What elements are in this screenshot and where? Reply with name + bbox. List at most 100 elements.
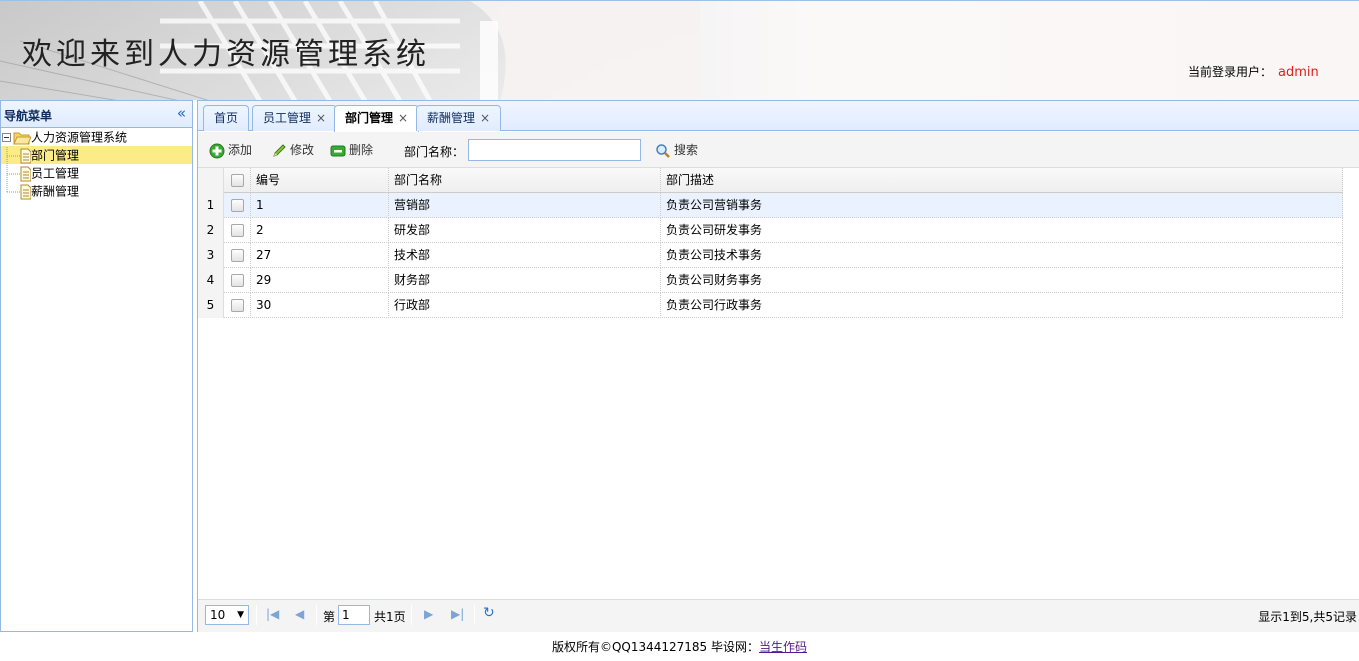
add-button[interactable]: 添加: [209, 141, 252, 159]
cell-name: 财务部: [389, 268, 661, 293]
cell-name: 技术部: [389, 243, 661, 268]
tab-label: 首页: [214, 111, 239, 125]
pager-info: 显示1到5,共5记录: [1258, 610, 1357, 624]
add-button-label: 添加: [228, 143, 253, 157]
cell-desc: 负责公司行政事务: [661, 293, 1343, 318]
page-number-input[interactable]: 1: [338, 605, 370, 625]
column-header-desc[interactable]: 部门描述: [661, 168, 1343, 193]
cell-name: 研发部: [389, 218, 661, 243]
column-header-id[interactable]: 编号: [251, 168, 389, 193]
first-page-icon[interactable]: |◀: [266, 607, 279, 621]
cell-id: 1: [251, 193, 389, 218]
sidebar-item-department[interactable]: 部门管理: [1, 146, 192, 165]
edit-button[interactable]: 修改: [271, 141, 314, 159]
nav-panel-title: 导航菜单: [4, 109, 53, 123]
column-header-name[interactable]: 部门名称: [389, 168, 661, 193]
tab-department[interactable]: 部门管理 ×: [334, 105, 420, 132]
delete-button-label: 删除: [349, 143, 374, 157]
pager-separator: [316, 605, 317, 625]
table-row[interactable]: 3 27 技术部 负责公司技术事务: [198, 243, 1343, 268]
checkbox-icon: [230, 174, 244, 187]
collapse-icon[interactable]: «: [177, 104, 186, 122]
tab-label: 部门管理: [345, 111, 394, 125]
checkbox-icon: [230, 199, 244, 212]
footer-link[interactable]: 当生作码: [759, 640, 807, 654]
cell-id: 29: [251, 268, 389, 293]
sidebar-item-salary[interactable]: 薪酬管理: [1, 182, 192, 200]
pencil-icon: [273, 143, 286, 157]
row-checkbox[interactable]: [224, 268, 251, 293]
content-panel: 首页 员工管理 × 部门管理 × 薪酬管理 × 添加 修改 删除 部门名称： 搜…: [197, 100, 1359, 632]
cell-desc: 负责公司研发事务: [661, 218, 1343, 243]
cell-id: 27: [251, 243, 389, 268]
minus-icon: [330, 145, 346, 156]
page-total: 共1页: [374, 610, 406, 624]
search-button-label: 搜索: [674, 143, 699, 157]
tab-salary[interactable]: 薪酬管理 ×: [416, 105, 502, 131]
header-banner: 欢迎来到人力资源管理系统 当前登录用户： admin: [0, 0, 1359, 100]
footer: 版权所有©QQ1344127185 毕设网：当生作码: [0, 638, 1359, 655]
close-icon[interactable]: ×: [316, 111, 326, 125]
dropdown-arrow-icon: ▼: [237, 610, 244, 620]
close-icon[interactable]: ×: [398, 111, 408, 125]
table-row[interactable]: 1 1 营销部 负责公司营销事务: [198, 193, 1343, 218]
row-checkbox[interactable]: [224, 293, 251, 318]
tab-home[interactable]: 首页: [203, 105, 250, 131]
current-user-label: 当前登录用户：: [1188, 65, 1273, 79]
search-icon: [656, 143, 670, 158]
page-size-select[interactable]: 10 ▼: [205, 605, 249, 625]
cell-id: 30: [251, 293, 389, 318]
tree-root[interactable]: 人力资源管理系统: [1, 128, 192, 146]
table-row[interactable]: 4 29 财务部 负责公司财务事务: [198, 268, 1343, 293]
prev-page-icon[interactable]: ◀: [295, 607, 304, 621]
tab-label: 员工管理: [263, 111, 312, 125]
pagination: 10 ▼ |◀ ◀ 第 1 共1页 ▶ ▶| ↻ 显示1到5,共5记录: [198, 599, 1359, 632]
nav-panel: 导航菜单 « 人力资源管理系统 部门管理 员工管理 薪酬管理: [0, 100, 193, 632]
select-all-checkbox[interactable]: [224, 168, 251, 193]
current-user-info: 当前登录用户： admin: [1188, 63, 1319, 80]
toolbar: 添加 修改 删除 部门名称： 搜索: [198, 132, 1359, 168]
add-icon: [209, 143, 225, 158]
folder-open-icon: [13, 132, 31, 144]
tab-label: 薪酬管理: [427, 111, 476, 125]
tab-employee[interactable]: 员工管理 ×: [252, 105, 338, 131]
row-checkbox[interactable]: [224, 193, 251, 218]
nav-panel-header: 导航菜单 «: [1, 101, 192, 128]
row-checkbox[interactable]: [224, 218, 251, 243]
last-page-icon[interactable]: ▶|: [451, 607, 464, 621]
current-user-name: admin: [1278, 65, 1319, 80]
sidebar-item-label: 薪酬管理: [31, 184, 80, 199]
dept-name-input[interactable]: [468, 139, 641, 161]
sidebar-item-label: 员工管理: [31, 166, 80, 181]
row-number: 2: [198, 218, 224, 243]
table-row[interactable]: 5 30 行政部 负责公司行政事务: [198, 293, 1343, 318]
table-row[interactable]: 2 2 研发部 负责公司研发事务: [198, 218, 1343, 243]
row-number: 4: [198, 268, 224, 293]
file-icon: [6, 164, 31, 183]
sidebar-item-employee[interactable]: 员工管理: [1, 164, 192, 183]
dept-name-label: 部门名称：: [404, 145, 465, 159]
checkbox-icon: [230, 224, 244, 237]
row-checkbox[interactable]: [224, 243, 251, 268]
table-header: 编号 部门名称 部门描述: [198, 168, 1343, 193]
checkbox-icon: [230, 249, 244, 262]
edit-button-label: 修改: [290, 143, 315, 157]
refresh-icon[interactable]: ↻: [483, 605, 495, 621]
cell-id: 2: [251, 218, 389, 243]
close-icon[interactable]: ×: [480, 111, 490, 125]
cell-desc: 负责公司技术事务: [661, 243, 1343, 268]
page-title: 欢迎来到人力资源管理系统: [22, 37, 430, 72]
row-number: 3: [198, 243, 224, 268]
tree-line-icon: [6, 146, 31, 165]
row-number: 1: [198, 193, 224, 218]
copyright-text: 版权所有©QQ1344127185 毕设网：: [551, 640, 760, 654]
tab-bar: 首页 员工管理 × 部门管理 × 薪酬管理 ×: [198, 101, 1359, 132]
search-button[interactable]: 搜索: [655, 141, 698, 159]
delete-button[interactable]: 删除: [330, 141, 373, 159]
tree-collapse-icon[interactable]: [1, 129, 13, 147]
cell-desc: 负责公司财务事务: [661, 268, 1343, 293]
row-number-header: [198, 168, 224, 193]
next-page-icon[interactable]: ▶: [424, 607, 433, 621]
cell-desc: 负责公司营销事务: [661, 193, 1343, 218]
file-icon: [6, 182, 31, 199]
